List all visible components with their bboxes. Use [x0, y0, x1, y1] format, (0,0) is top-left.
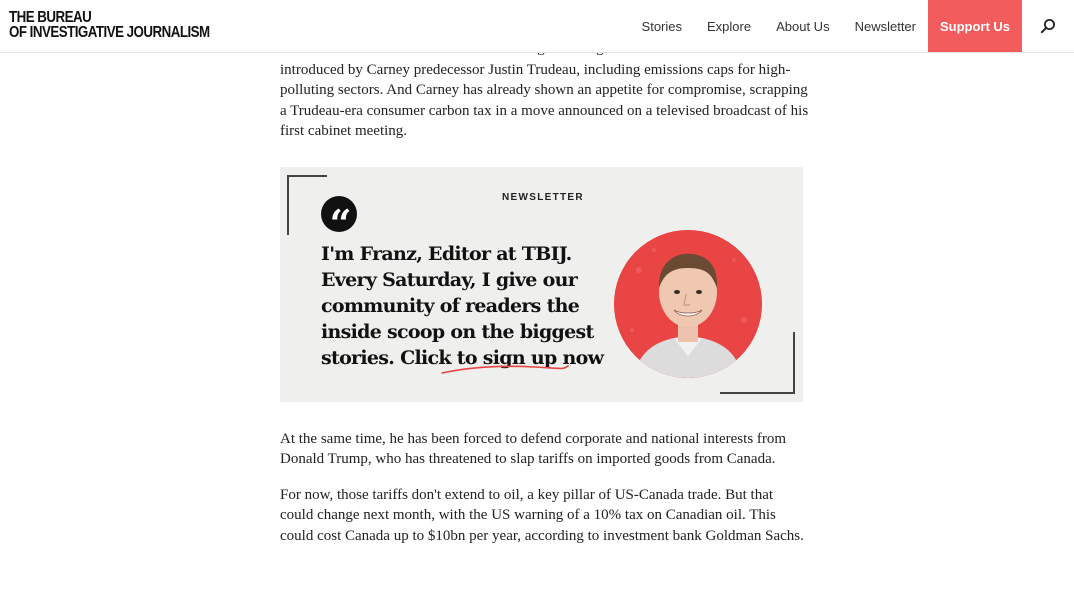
frame-line	[287, 175, 289, 235]
frame-line	[287, 175, 327, 177]
promo-headline: I'm Franz, Editor at TBIJ. Every Saturda…	[321, 243, 604, 369]
site-logo[interactable]: THE BUREAU OF INVESTIGATIVE JOURNALISM	[9, 9, 210, 41]
quote-icon: “	[321, 196, 357, 246]
main-nav: Stories Explore About Us Newsletter	[642, 0, 916, 52]
nav-newsletter[interactable]: Newsletter	[855, 19, 916, 34]
article-body-bottom: At the same time, he has been forced to …	[280, 429, 810, 546]
editor-portrait	[614, 230, 762, 378]
site-header: THE BUREAU OF INVESTIGATIVE JOURNALISM S…	[0, 0, 1074, 53]
frame-line	[720, 392, 795, 394]
editor-photo-image	[614, 230, 762, 378]
nav-about-us[interactable]: About Us	[776, 19, 829, 34]
article-body-top: introduced by Carney predecessor Justin …	[280, 60, 810, 142]
frame-line	[793, 332, 795, 394]
nav-explore[interactable]: Explore	[707, 19, 751, 34]
support-us-button[interactable]: Support Us	[928, 0, 1022, 52]
article-paragraph: At the same time, he has been forced to …	[280, 431, 787, 468]
logo-line-2: OF INVESTIGATIVE JOURNALISM	[9, 24, 210, 41]
logo-line-1: THE BUREAU	[9, 9, 92, 26]
search-icon	[1040, 19, 1055, 34]
newsletter-label: NEWSLETTER	[502, 192, 584, 203]
nav-stories[interactable]: Stories	[642, 19, 682, 34]
article-paragraph: introduced by Carney predecessor Justin …	[280, 62, 809, 140]
search-button[interactable]	[1022, 0, 1074, 52]
newsletter-promo[interactable]: NEWSLETTER “ I'm Franz, Editor at TBIJ. …	[280, 167, 803, 402]
underline-squiggle	[441, 365, 569, 374]
article-paragraph: For now, those tariffs don't extend to o…	[280, 486, 804, 544]
